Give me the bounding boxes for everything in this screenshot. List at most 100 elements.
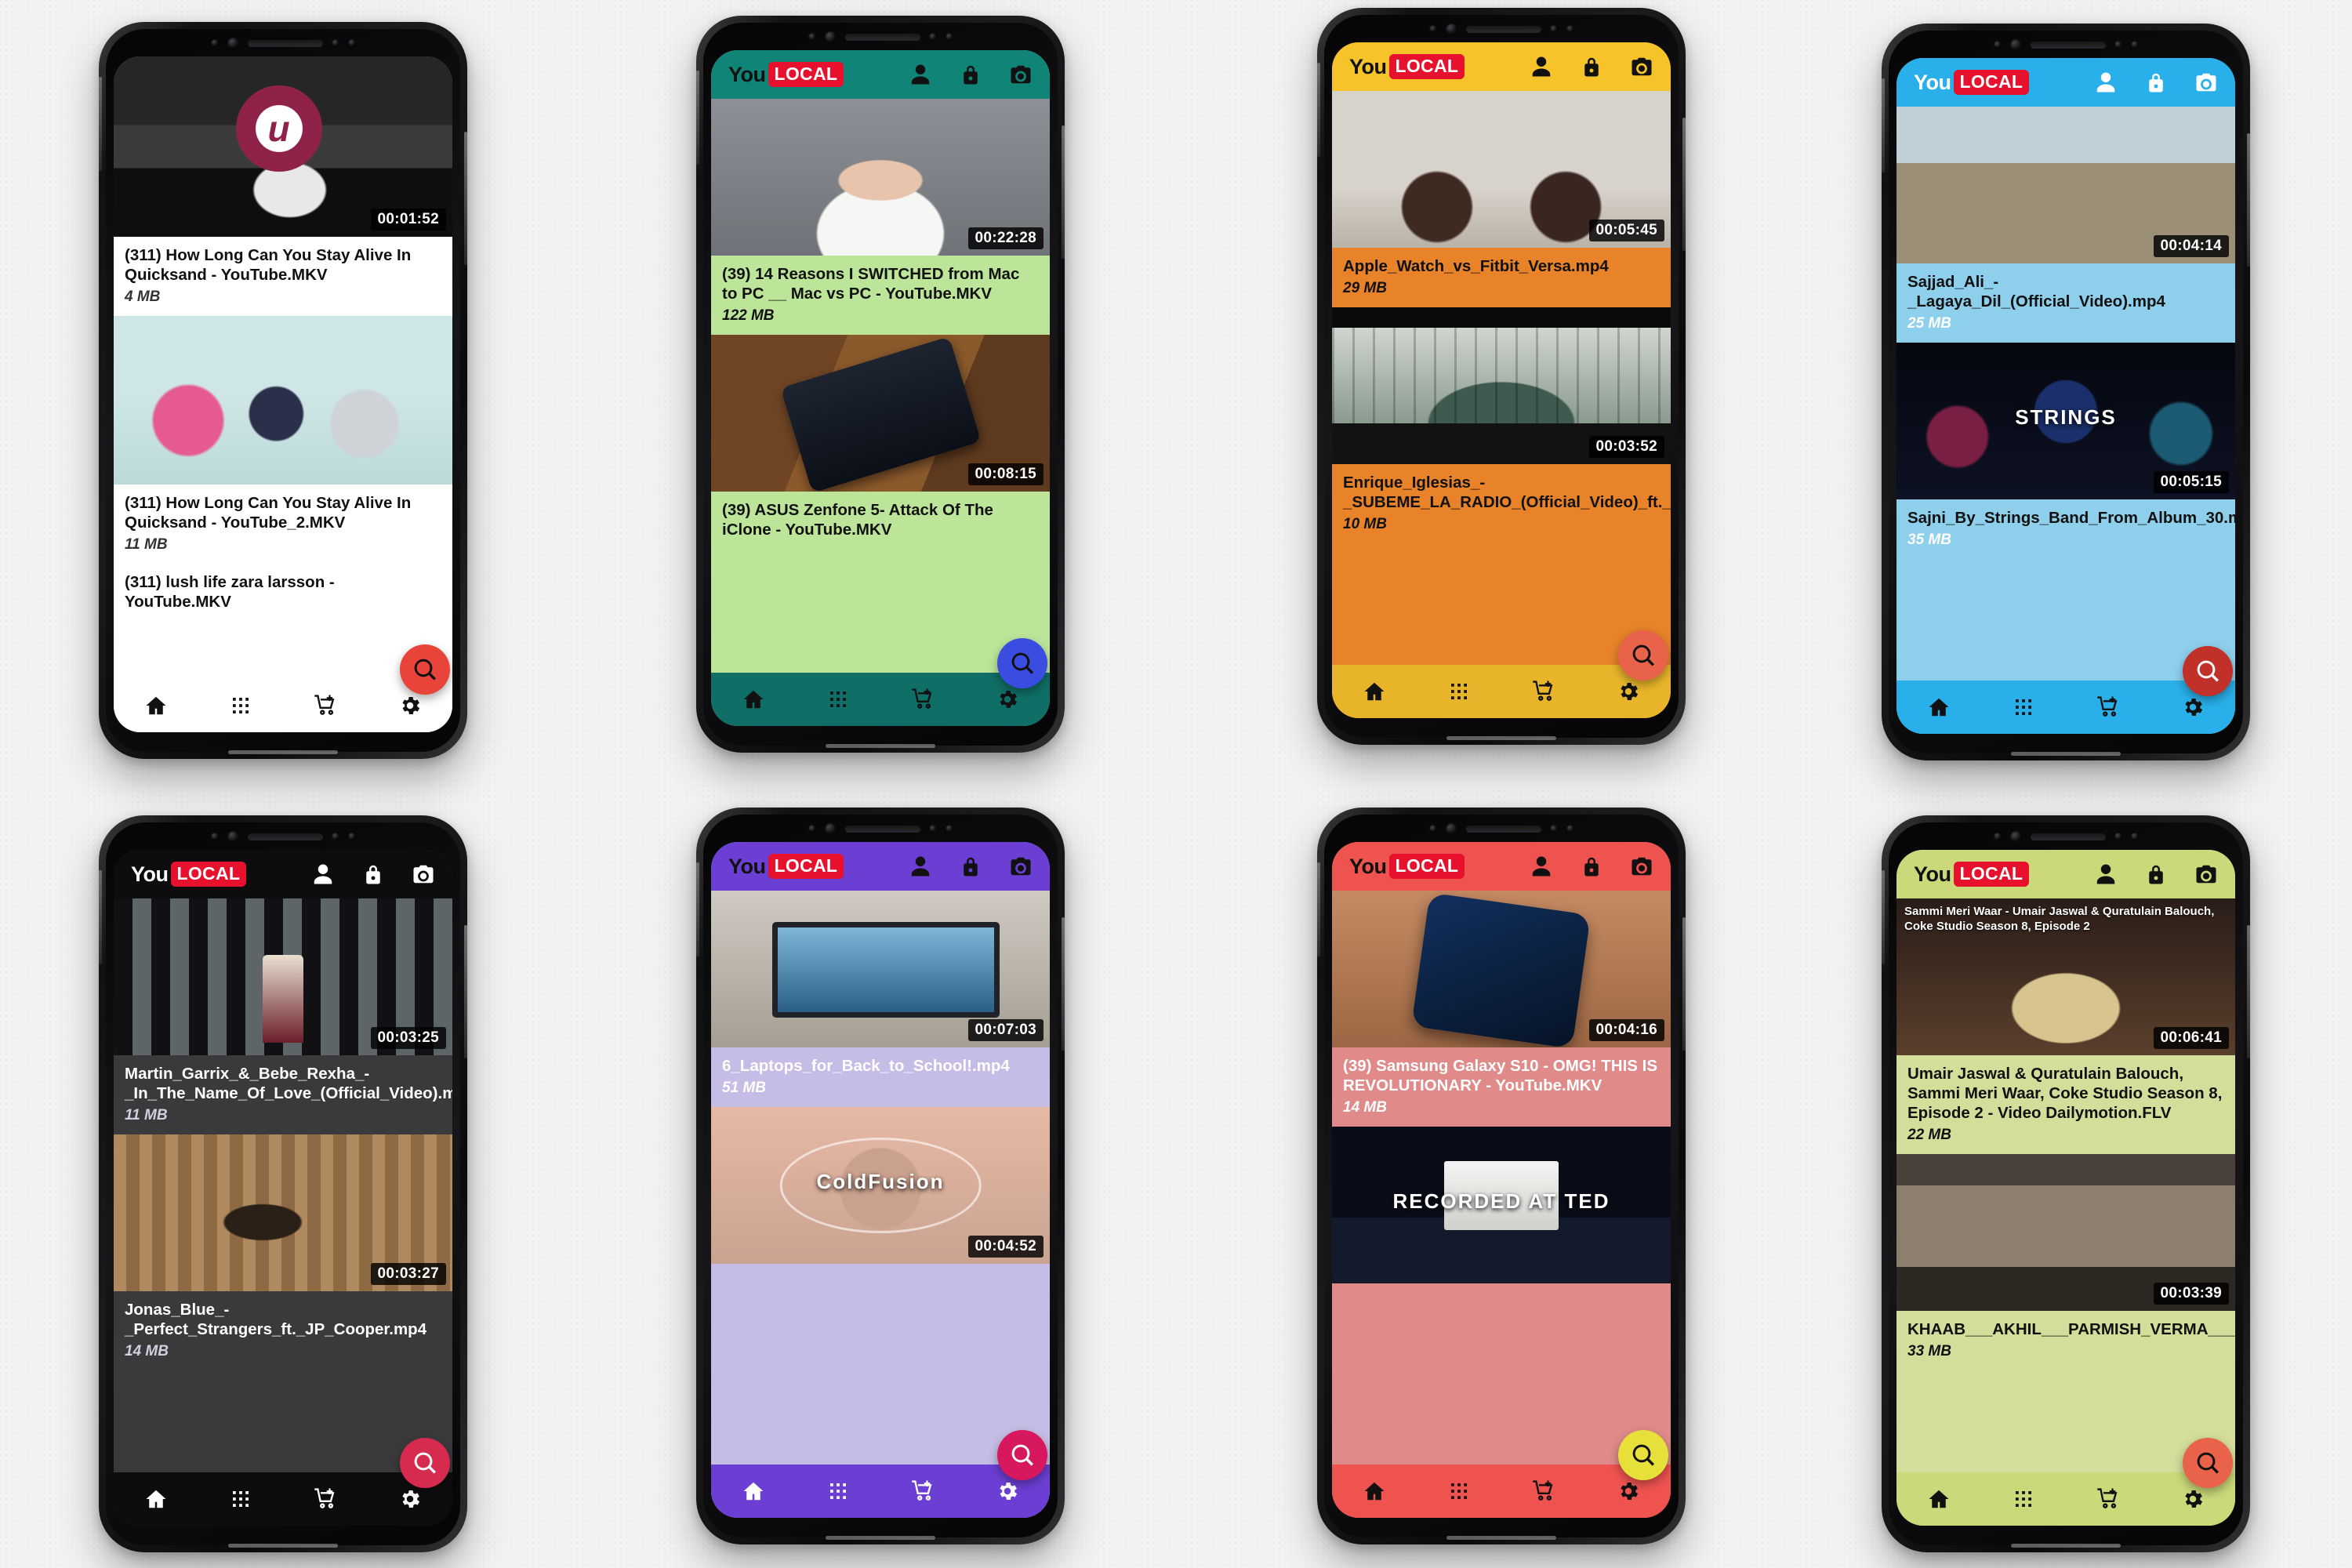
nav-settings-button[interactable]	[1617, 1479, 1640, 1503]
home-icon[interactable]	[1927, 695, 1951, 719]
settings-icon[interactable]	[996, 688, 1019, 711]
video-meta[interactable]: (39) Samsung Galaxy S10 - OMG! THIS IS R…	[1332, 1047, 1671, 1127]
grid-icon[interactable]	[229, 694, 252, 717]
video-meta[interactable]: 6_Laptops_for_Back_to_School!.mp4 51 MB	[711, 1047, 1050, 1107]
settings-icon[interactable]	[398, 694, 422, 717]
account-icon[interactable]	[1530, 55, 1553, 78]
home-icon[interactable]	[742, 1479, 765, 1503]
nav-grid-button[interactable]	[1447, 1479, 1471, 1503]
nav-settings-button[interactable]	[398, 694, 422, 717]
video-meta[interactable]: (39) ASUS Zenfone 5- Attack Of The iClon…	[711, 492, 1050, 550]
account-icon[interactable]	[2094, 862, 2118, 886]
video-list-item[interactable]: 00:07:03	[711, 891, 1050, 1047]
video-meta[interactable]: Sajjad_Ali_-_Lagaya_Dil_(Official_Video)…	[1896, 263, 2235, 343]
account-icon[interactable]	[1530, 855, 1553, 878]
nav-cart-add-button[interactable]	[911, 688, 935, 711]
video-meta[interactable]: Apple_Watch_vs_Fitbit_Versa.mp4 29 MB	[1332, 248, 1671, 307]
account-icon[interactable]	[2094, 71, 2118, 94]
lock-icon[interactable]	[959, 855, 982, 878]
video-meta[interactable]: (39) 14 Reasons I SWITCHED from Mac to P…	[711, 256, 1050, 335]
camera-icon[interactable]	[1630, 55, 1653, 78]
nav-home-button[interactable]	[144, 694, 168, 717]
search-fab-button[interactable]	[997, 638, 1047, 688]
video-list[interactable]: 00:22:28 (39) 14 Reasons I SWITCHED from …	[711, 99, 1050, 673]
grid-icon[interactable]	[826, 1479, 850, 1503]
nav-grid-button[interactable]	[1447, 680, 1471, 703]
video-list[interactable]: 00:05:45 Apple_Watch_vs_Fitbit_Versa.mp4 2…	[1332, 91, 1671, 665]
video-meta[interactable]: Martin_Garrix_&_Bebe_Rexha_-_In_The_Name…	[114, 1055, 452, 1134]
video-meta[interactable]: Enrique_Iglesias_-_SUBEME_LA_RADIO_(Offi…	[1332, 464, 1671, 543]
nav-settings-button[interactable]	[2181, 695, 2205, 719]
lock-icon[interactable]	[959, 63, 982, 86]
lock-icon[interactable]	[2144, 862, 2168, 886]
cart-add-icon[interactable]	[1532, 1479, 1555, 1503]
home-icon[interactable]	[144, 1487, 168, 1511]
nav-grid-button[interactable]	[826, 688, 850, 711]
settings-icon[interactable]	[1617, 1479, 1640, 1503]
video-list-item[interactable]: STRINGS 00:05:15	[1896, 343, 2235, 499]
cart-add-icon[interactable]	[314, 1487, 337, 1511]
video-list[interactable]: 00:07:03 6_Laptops_for_Back_to_School!.mp…	[711, 891, 1050, 1465]
video-meta[interactable]: Umair Jaswal & Quratulain Balouch, Sammi…	[1896, 1055, 2235, 1154]
video-meta[interactable]: KHAAB___AKHIL___PARMISH_VERMA___NEW_PUNJ…	[1896, 1311, 2235, 1370]
video-list[interactable]: u 00:01:52 (311) How Long Can You Stay Ali…	[114, 56, 452, 679]
nav-grid-button[interactable]	[2012, 1487, 2035, 1511]
camera-icon[interactable]	[2194, 71, 2218, 94]
nav-cart-add-button[interactable]	[2096, 1487, 2120, 1511]
settings-icon[interactable]	[398, 1487, 422, 1511]
video-list-item[interactable]: ColdFusion 00:04:52	[711, 1107, 1050, 1264]
settings-icon[interactable]	[2181, 1487, 2205, 1511]
nav-grid-button[interactable]	[826, 1479, 850, 1503]
nav-grid-button[interactable]	[229, 1487, 252, 1511]
video-meta[interactable]: Sajni_By_Strings_Band_From_Album_30.mp4 3…	[1896, 499, 2235, 559]
nav-home-button[interactable]	[1363, 1479, 1386, 1503]
video-meta[interactable]: (311) How Long Can You Stay Alive In Qui…	[114, 485, 452, 564]
video-list-item[interactable]: 00:03:25	[114, 898, 452, 1055]
nav-cart-add-button[interactable]	[2096, 695, 2120, 719]
video-meta[interactable]: (311) How Long Can You Stay Alive In Qui…	[114, 237, 452, 316]
camera-icon[interactable]	[412, 862, 435, 886]
nav-grid-button[interactable]	[229, 694, 252, 717]
video-list[interactable]: Sammi Meri Waar - Umair Jaswal & Quratul…	[1896, 898, 2235, 1472]
video-list-item[interactable]: 00:04:16	[1332, 891, 1671, 1047]
cart-add-icon[interactable]	[2096, 695, 2120, 719]
search-fab-button[interactable]	[2183, 1438, 2233, 1488]
nav-settings-button[interactable]	[996, 1479, 1019, 1503]
lock-icon[interactable]	[1580, 55, 1603, 78]
nav-cart-add-button[interactable]	[314, 694, 337, 717]
grid-icon[interactable]	[2012, 1487, 2035, 1511]
search-fab-button[interactable]	[1618, 630, 1668, 681]
account-icon[interactable]	[909, 855, 932, 878]
search-fab-button[interactable]	[400, 1438, 450, 1488]
nav-grid-button[interactable]	[2012, 695, 2035, 719]
home-icon[interactable]	[144, 694, 168, 717]
nav-home-button[interactable]	[144, 1487, 168, 1511]
account-icon[interactable]	[311, 862, 335, 886]
home-icon[interactable]	[742, 688, 765, 711]
nav-home-button[interactable]	[1363, 680, 1386, 703]
search-fab-button[interactable]	[400, 644, 450, 695]
video-list-item[interactable]: 00:03:52	[1332, 307, 1671, 464]
nav-cart-add-button[interactable]	[314, 1487, 337, 1511]
nav-settings-button[interactable]	[2181, 1487, 2205, 1511]
cart-add-icon[interactable]	[911, 688, 935, 711]
grid-icon[interactable]	[1447, 1479, 1471, 1503]
camera-icon[interactable]	[1009, 63, 1033, 86]
nav-home-button[interactable]	[742, 688, 765, 711]
settings-icon[interactable]	[2181, 695, 2205, 719]
cart-add-icon[interactable]	[1532, 680, 1555, 703]
video-list-item[interactable]: 00:08:15	[711, 335, 1050, 492]
video-list-item[interactable]: RECORDED AT TED	[1332, 1127, 1671, 1283]
nav-home-button[interactable]	[1927, 695, 1951, 719]
lock-icon[interactable]	[361, 862, 385, 886]
nav-home-button[interactable]	[1927, 1487, 1951, 1511]
video-list-item[interactable]: 00:04:14	[1896, 107, 2235, 263]
nav-cart-add-button[interactable]	[1532, 1479, 1555, 1503]
video-list-item[interactable]	[114, 316, 452, 485]
cart-add-icon[interactable]	[2096, 1487, 2120, 1511]
settings-icon[interactable]	[1617, 680, 1640, 703]
camera-icon[interactable]	[1630, 855, 1653, 878]
search-fab-button[interactable]	[997, 1430, 1047, 1480]
camera-icon[interactable]	[2194, 862, 2218, 886]
account-icon[interactable]	[909, 63, 932, 86]
